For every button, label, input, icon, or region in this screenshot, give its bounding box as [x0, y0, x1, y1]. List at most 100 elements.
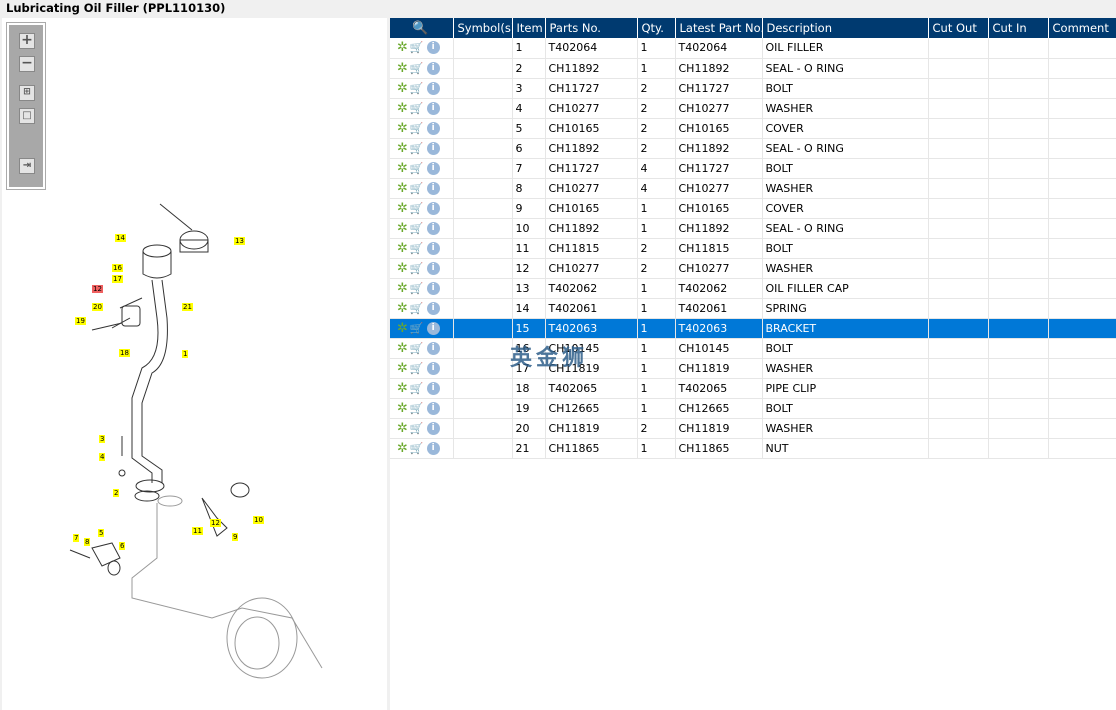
table-row[interactable]: ✲ 🛒 i 14 T402061 1 T402061 SPRING [390, 298, 1116, 319]
cart-icon[interactable]: 🛒 [410, 322, 424, 335]
column-header[interactable]: Symbol(s) [453, 18, 513, 38]
cart-icon[interactable]: 🛒 [410, 82, 424, 95]
gear-icon[interactable]: ✲ [397, 301, 408, 316]
info-icon[interactable]: i [426, 421, 440, 435]
column-header[interactable]: Cut Out [928, 18, 989, 38]
table-row[interactable]: ✲ 🛒 i 10 CH11892 1 CH11892 SEAL - O RING [390, 218, 1116, 239]
info-icon[interactable]: i [426, 301, 440, 315]
info-icon[interactable]: i [426, 401, 440, 415]
cart-icon[interactable]: 🛒 [410, 262, 424, 275]
table-row[interactable]: ✲ 🛒 i 7 CH11727 4 CH11727 BOLT [390, 158, 1116, 179]
callout-label[interactable]: 1 [182, 350, 189, 358]
search-icon[interactable]: 🔍 [412, 21, 428, 36]
info-icon[interactable]: i [426, 161, 440, 175]
table-row[interactable]: ✲ 🛒 i 2 CH11892 1 CH11892 SEAL - O RING [390, 58, 1116, 79]
callout-label[interactable]: 11 [192, 527, 203, 535]
column-header[interactable]: Item [512, 18, 546, 38]
table-row[interactable]: ✲ 🛒 i 3 CH11727 2 CH11727 BOLT [390, 78, 1116, 99]
cart-icon[interactable]: 🛒 [410, 142, 424, 155]
gear-icon[interactable]: ✲ [397, 101, 408, 116]
info-icon[interactable]: i [426, 101, 440, 115]
info-icon[interactable]: i [426, 241, 440, 255]
gear-icon[interactable]: ✲ [397, 81, 408, 96]
info-icon[interactable]: i [426, 261, 440, 275]
table-row[interactable]: ✲ 🛒 i 11 CH11815 2 CH11815 BOLT [390, 238, 1116, 259]
cart-icon[interactable]: 🛒 [410, 41, 424, 54]
table-row[interactable]: ✲ 🛒 i 19 CH12665 1 CH12665 BOLT [390, 398, 1116, 419]
gear-icon[interactable]: ✲ [397, 40, 408, 55]
cart-icon[interactable]: 🛒 [410, 342, 424, 355]
callout-label[interactable]: 13 [234, 237, 245, 245]
table-row[interactable]: ✲ 🛒 i 16 CH10145 1 CH10145 BOLT [390, 338, 1116, 359]
table-row[interactable]: ✲ 🛒 i 4 CH10277 2 CH10277 WASHER [390, 98, 1116, 119]
cart-icon[interactable]: 🛒 [410, 382, 424, 395]
info-icon[interactable]: i [426, 221, 440, 235]
callout-label[interactable]: 19 [75, 317, 86, 325]
callout-label[interactable]: 14 [115, 234, 126, 242]
table-row[interactable]: ✲ 🛒 i 13 T402062 1 T402062 OIL FILLER CAP [390, 278, 1116, 299]
info-icon[interactable]: i [426, 281, 440, 295]
info-icon[interactable]: i [426, 201, 440, 215]
info-icon[interactable]: i [426, 61, 440, 75]
gear-icon[interactable]: ✲ [397, 241, 408, 256]
info-icon[interactable]: i [426, 121, 440, 135]
gear-icon[interactable]: ✲ [397, 121, 408, 136]
info-icon[interactable]: i [426, 381, 440, 395]
table-row[interactable]: ✲ 🛒 i 20 CH11819 2 CH11819 WASHER [390, 418, 1116, 439]
table-row[interactable]: ✲ 🛒 i 6 CH11892 2 CH11892 SEAL - O RING [390, 138, 1116, 159]
cart-icon[interactable]: 🛒 [410, 302, 424, 315]
callout-label[interactable]: 9 [232, 533, 239, 541]
cart-icon[interactable]: 🛒 [410, 282, 424, 295]
gear-icon[interactable]: ✲ [397, 341, 408, 356]
callout-label[interactable]: 4 [99, 453, 106, 461]
search-column-header[interactable]: 🔍 [390, 18, 454, 38]
parts-diagram[interactable]: + − ⊞ □ ⇥ 14 13 16 17 12 21 20 19 18 1 3 4 2 12 11 10 9 7… [2, 18, 387, 710]
gear-icon[interactable]: ✲ [397, 221, 408, 236]
gear-icon[interactable]: ✲ [397, 161, 408, 176]
gear-icon[interactable]: ✲ [397, 361, 408, 376]
info-icon[interactable]: i [426, 321, 440, 335]
column-header[interactable]: Qty. [637, 18, 676, 38]
cart-icon[interactable]: 🛒 [410, 182, 424, 195]
callout-label[interactable]: 2 [113, 489, 120, 497]
gear-icon[interactable]: ✲ [397, 261, 408, 276]
callout-label[interactable]: 10 [253, 516, 264, 524]
info-icon[interactable]: i [426, 81, 440, 95]
table-row[interactable]: ✲ 🛒 i 15 T402063 1 T402063 BRACKET [390, 318, 1116, 339]
info-icon[interactable]: i [426, 141, 440, 155]
cart-icon[interactable]: 🛒 [410, 62, 424, 75]
callout-label[interactable]: 5 [98, 529, 105, 537]
table-row[interactable]: ✲ 🛒 i 8 CH10277 4 CH10277 WASHER [390, 178, 1116, 199]
table-row[interactable]: ✲ 🛒 i 9 CH10165 1 CH10165 COVER [390, 198, 1116, 219]
info-icon[interactable]: i [426, 181, 440, 195]
column-header[interactable]: Parts No. [545, 18, 638, 38]
cart-icon[interactable]: 🛒 [410, 422, 424, 435]
gear-icon[interactable]: ✲ [397, 441, 408, 456]
callout-label[interactable]: 20 [92, 303, 103, 311]
cart-icon[interactable]: 🛒 [410, 222, 424, 235]
info-icon[interactable]: i [426, 41, 440, 55]
table-row[interactable]: ✲ 🛒 i 1 T402064 1 T402064 OIL FILLER [390, 38, 1116, 59]
gear-icon[interactable]: ✲ [397, 321, 408, 336]
callout-label[interactable]: 8 [84, 538, 91, 546]
callout-label[interactable]: 12 [92, 285, 103, 293]
cart-icon[interactable]: 🛒 [410, 362, 424, 375]
cart-icon[interactable]: 🛒 [410, 162, 424, 175]
info-icon[interactable]: i [426, 441, 440, 455]
gear-icon[interactable]: ✲ [397, 61, 408, 76]
table-row[interactable]: ✲ 🛒 i 21 CH11865 1 CH11865 NUT [390, 438, 1116, 459]
gear-icon[interactable]: ✲ [397, 181, 408, 196]
table-row[interactable]: ✲ 🛒 i 18 T402065 1 T402065 PIPE CLIP [390, 378, 1116, 399]
gear-icon[interactable]: ✲ [397, 421, 408, 436]
column-header[interactable]: Description [762, 18, 929, 38]
column-header[interactable]: Latest Part No. [675, 18, 763, 38]
table-row[interactable]: ✲ 🛒 i 12 CH10277 2 CH10277 WASHER [390, 258, 1116, 279]
callout-label[interactable]: 6 [119, 542, 126, 550]
cart-icon[interactable]: 🛒 [410, 202, 424, 215]
column-header[interactable]: Comment [1048, 18, 1116, 38]
callout-label[interactable]: 7 [73, 534, 80, 542]
callout-label[interactable]: 21 [182, 303, 193, 311]
gear-icon[interactable]: ✲ [397, 281, 408, 296]
gear-icon[interactable]: ✲ [397, 381, 408, 396]
callout-label[interactable]: 12 [210, 519, 221, 527]
